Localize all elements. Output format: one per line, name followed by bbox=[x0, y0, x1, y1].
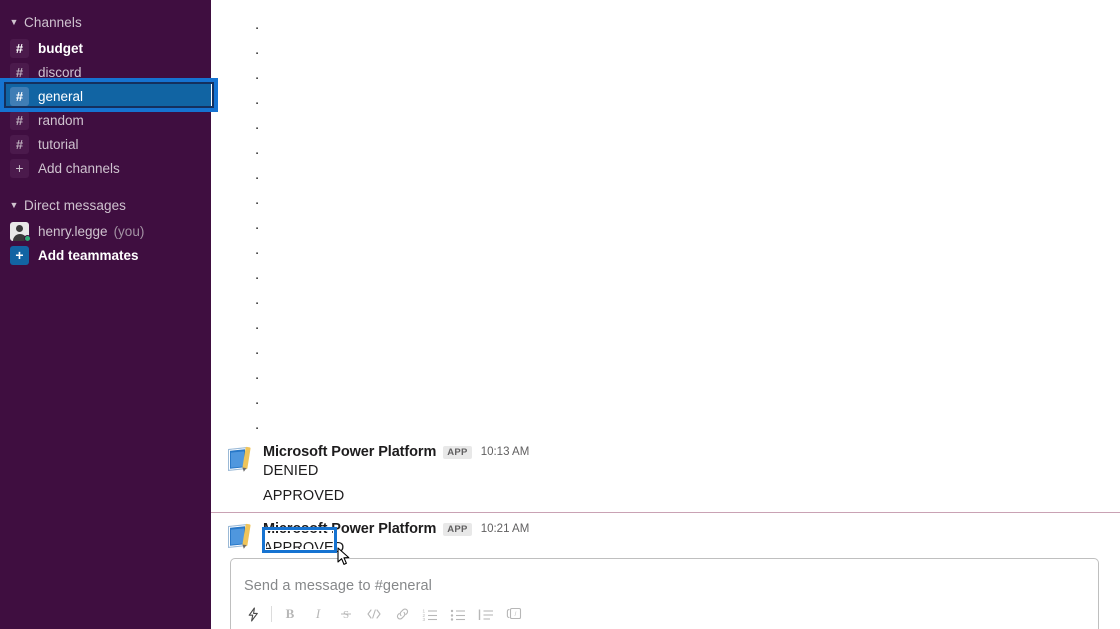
sidebar-item-label: tutorial bbox=[38, 136, 79, 152]
link-button[interactable] bbox=[388, 602, 416, 626]
direct-messages-section-label: Direct messages bbox=[24, 197, 127, 213]
channels-section-header[interactable]: ▼ Channels bbox=[0, 11, 211, 33]
list-item: . bbox=[255, 40, 260, 58]
shortcuts-lightning-icon[interactable] bbox=[239, 602, 267, 626]
code-button[interactable] bbox=[360, 602, 388, 626]
message-body: Microsoft Power Platform APP 10:21 AM AP… bbox=[263, 521, 1120, 558]
hash-icon: # bbox=[10, 62, 29, 82]
blockquote-button[interactable] bbox=[472, 602, 500, 626]
hash-icon: # bbox=[10, 110, 29, 130]
avatar-icon bbox=[10, 221, 31, 242]
message-list[interactable]: . . . . . . . . . . . . . . . . . Micros… bbox=[211, 0, 1120, 558]
list-item: . bbox=[255, 315, 260, 333]
svg-text:3: 3 bbox=[423, 617, 426, 621]
sidebar-item-budget[interactable]: # budget bbox=[0, 36, 211, 60]
message-item[interactable]: Microsoft Power Platform APP 10:13 AM DE… bbox=[211, 440, 1120, 508]
sidebar-item-general[interactable]: # general bbox=[0, 84, 211, 108]
add-teammates-label: Add teammates bbox=[38, 247, 139, 263]
message-input-placeholder[interactable]: Send a message to #general bbox=[244, 578, 432, 594]
sidebar-item-discord[interactable]: # discord bbox=[0, 60, 211, 84]
list-item: . bbox=[255, 340, 260, 358]
message-composer: Send a message to #general B I S 1 2 3 / bbox=[230, 558, 1099, 629]
bulleted-list-button[interactable] bbox=[444, 602, 472, 626]
message-text: DENIED bbox=[263, 463, 319, 479]
list-item: . bbox=[255, 165, 260, 183]
list-item: . bbox=[255, 15, 260, 33]
power-platform-app-icon bbox=[227, 446, 253, 472]
toolbar-divider bbox=[271, 606, 272, 622]
strikethrough-button[interactable]: S bbox=[332, 602, 360, 626]
plus-icon: + bbox=[10, 245, 29, 265]
list-item: . bbox=[255, 365, 260, 383]
add-channels-button[interactable]: + Add channels bbox=[0, 156, 211, 180]
add-channels-label: Add channels bbox=[38, 160, 120, 176]
ordered-list-button[interactable]: 1 2 3 bbox=[416, 602, 444, 626]
code-block-button[interactable]: / bbox=[500, 602, 528, 626]
channel-main-panel: . . . . . . . . . . . . . . . . . Micros… bbox=[211, 0, 1120, 629]
presence-active-icon bbox=[24, 234, 31, 242]
mouse-cursor-icon bbox=[337, 547, 351, 567]
italic-button[interactable]: I bbox=[304, 602, 332, 626]
dm-name-label: henry.legge bbox=[38, 223, 108, 239]
list-item: . bbox=[255, 115, 260, 133]
svg-text:/: / bbox=[515, 612, 517, 618]
hash-icon: # bbox=[10, 86, 29, 106]
sidebar-item-label: budget bbox=[38, 40, 83, 56]
sidebar-item-henry-legge[interactable]: henry.legge (you) bbox=[0, 219, 211, 243]
list-item: . bbox=[255, 415, 260, 433]
power-platform-app-icon bbox=[227, 523, 253, 549]
message-header: Microsoft Power Platform APP 10:21 AM bbox=[263, 521, 1120, 537]
channels-section-label: Channels bbox=[24, 14, 82, 30]
message-timestamp: 10:21 AM bbox=[480, 523, 530, 535]
message-text: APPROVED bbox=[263, 540, 345, 556]
list-item: . bbox=[255, 240, 260, 258]
formatting-toolbar: B I S 1 2 3 / bbox=[239, 601, 528, 627]
sidebar: ▼ Channels # budget # discord # general … bbox=[0, 0, 211, 629]
add-teammates-button[interactable]: + Add teammates bbox=[0, 243, 211, 267]
list-item: . bbox=[255, 290, 260, 308]
list-item: . bbox=[255, 140, 260, 158]
hash-icon: # bbox=[10, 38, 29, 58]
dm-you-label: (you) bbox=[113, 223, 145, 239]
sidebar-item-label: random bbox=[38, 112, 84, 128]
plus-icon: + bbox=[10, 158, 29, 178]
message-timestamp: 10:13 AM bbox=[480, 446, 530, 458]
new-messages-divider bbox=[211, 512, 1120, 513]
message-body: Microsoft Power Platform APP 10:13 AM DE… bbox=[263, 444, 1120, 506]
hash-icon: # bbox=[10, 134, 29, 154]
caret-down-icon: ▼ bbox=[9, 16, 19, 27]
app-badge: APP bbox=[443, 522, 472, 536]
list-item: . bbox=[255, 65, 260, 83]
composer-box[interactable]: Send a message to #general B I S 1 2 3 / bbox=[230, 558, 1099, 629]
caret-down-icon: ▼ bbox=[9, 199, 19, 210]
sidebar-item-label: discord bbox=[38, 64, 82, 80]
message-text: APPROVED bbox=[263, 488, 345, 504]
svg-text:S: S bbox=[343, 609, 349, 621]
message-header: Microsoft Power Platform APP 10:13 AM bbox=[263, 444, 1120, 460]
list-item: . bbox=[255, 390, 260, 408]
bold-button[interactable]: B bbox=[276, 602, 304, 626]
list-item: . bbox=[255, 190, 260, 208]
message-author: Microsoft Power Platform bbox=[263, 444, 437, 460]
list-item: . bbox=[255, 265, 260, 283]
sidebar-item-label: general bbox=[38, 88, 84, 104]
slack-window: ▼ Channels # budget # discord # general … bbox=[0, 0, 1120, 629]
list-item: . bbox=[255, 215, 260, 233]
app-badge: APP bbox=[443, 445, 472, 459]
list-item: . bbox=[255, 90, 260, 108]
message-author: Microsoft Power Platform bbox=[263, 521, 437, 537]
sidebar-item-random[interactable]: # random bbox=[0, 108, 211, 132]
sidebar-item-tutorial[interactable]: # tutorial bbox=[0, 132, 211, 156]
direct-messages-section-header[interactable]: ▼ Direct messages bbox=[0, 194, 211, 216]
